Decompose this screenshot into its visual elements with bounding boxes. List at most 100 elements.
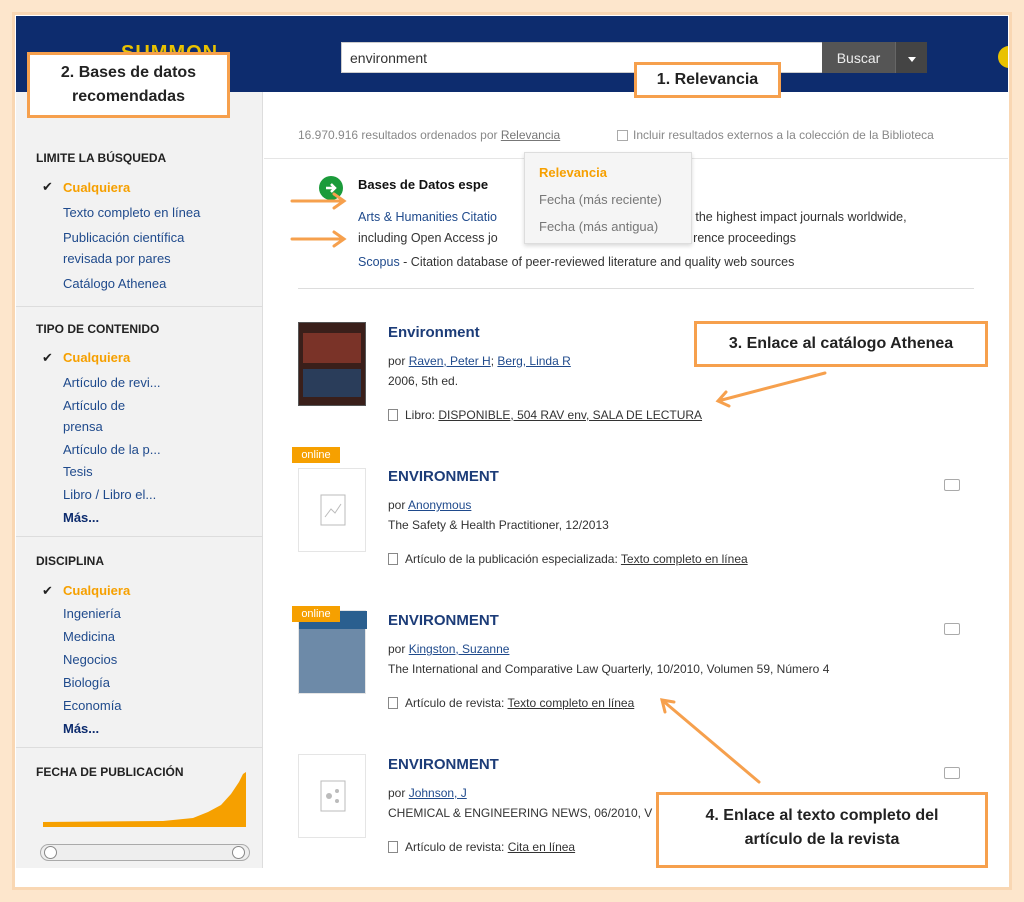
slider-handle-start[interactable] xyxy=(44,846,57,859)
results-summary: 16.970.916 resultados ordenados por Rele… xyxy=(298,128,560,142)
institution-logo-icon xyxy=(998,46,1008,68)
database-description: rence proceedings xyxy=(693,231,797,245)
callout-fulltext: 4. Enlace al texto completo del artículo… xyxy=(656,792,988,868)
database-line-3: Scopus - Citation database of peer-revie… xyxy=(358,255,794,269)
document-icon xyxy=(388,697,398,709)
author-link[interactable]: Kingston, Suzanne xyxy=(409,642,510,656)
author-link[interactable]: Raven, Peter H xyxy=(409,354,491,368)
divider xyxy=(16,536,263,537)
callout-text: artículo de la revista xyxy=(744,831,900,848)
save-icon[interactable] xyxy=(944,479,960,491)
filter-news-article[interactable]: Artículo de xyxy=(63,395,125,416)
filter-engineering[interactable]: Ingeniería xyxy=(63,603,121,624)
filter-business[interactable]: Negocios xyxy=(63,649,117,670)
result-authors: por Kingston, Suzanne xyxy=(388,642,509,656)
sort-option-newest[interactable]: Fecha (más reciente) xyxy=(539,192,662,207)
check-icon: ✔ xyxy=(42,350,53,365)
document-icon xyxy=(388,841,398,853)
databases-title: Bases de Datos espe xyxy=(358,177,489,192)
journal-cover-thumbnail[interactable] xyxy=(298,610,367,694)
result-title[interactable]: ENVIRONMENT xyxy=(388,756,499,773)
check-icon: ✔ xyxy=(42,583,53,598)
filter-athenea[interactable]: Catálogo Athenea xyxy=(63,273,166,294)
results-panel: 16.970.916 resultados ordenados por Rele… xyxy=(264,92,1008,868)
save-icon[interactable] xyxy=(944,767,960,779)
callout-text: 4. Enlace al texto completo del xyxy=(705,807,939,824)
result-title[interactable]: Environment xyxy=(388,324,480,341)
sort-option-relevance[interactable]: Relevancia xyxy=(539,165,607,180)
athenea-catalog-link[interactable]: DISPONIBLE, 504 RAV env, SALA DE LECTURA xyxy=(438,408,702,422)
result-availability: Artículo de revista: Cita en línea xyxy=(405,840,575,854)
callout-text: recomendadas xyxy=(72,88,185,105)
more-disciplines-link[interactable]: Más... xyxy=(63,721,99,736)
callout-relevance: 1. Relevancia xyxy=(634,62,781,98)
sort-selector[interactable]: Relevancia xyxy=(501,128,560,142)
filter-peer-reviewed-2[interactable]: revisada por pares xyxy=(63,248,171,269)
author-prefix: por xyxy=(388,642,406,656)
fulltext-link[interactable]: Texto completo en línea xyxy=(621,552,748,566)
author-prefix: por xyxy=(388,786,406,800)
filter-type-any[interactable]: Cualquiera xyxy=(63,347,130,368)
online-badge: online xyxy=(292,606,340,622)
divider xyxy=(16,747,263,748)
save-icon[interactable] xyxy=(944,623,960,635)
more-content-types-link[interactable]: Más... xyxy=(63,510,99,525)
results-count: 16.970.916 resultados ordenados por xyxy=(298,128,498,142)
result-authors: por Anonymous xyxy=(388,498,471,512)
author-prefix: por xyxy=(388,498,406,512)
book-icon xyxy=(388,409,398,421)
filter-peer-reviewed[interactable]: Publicación científica xyxy=(63,227,184,248)
result-authors: por Johnson, J xyxy=(388,786,467,800)
database-link-scopus[interactable]: Scopus xyxy=(358,255,400,269)
citation-link[interactable]: Cita en línea xyxy=(508,840,575,854)
callout-text: 2. Bases de datos xyxy=(60,64,197,81)
filter-thesis[interactable]: Tesis xyxy=(63,461,93,482)
author-link[interactable]: Berg, Linda R xyxy=(497,354,570,368)
result-source: CHEMICAL & ENGINEERING NEWS, 06/2010, V xyxy=(388,806,653,820)
chevron-down-icon xyxy=(907,57,916,62)
arrow-right-circle-icon xyxy=(319,176,343,200)
filter-book[interactable]: Libro / Libro el... xyxy=(63,484,156,505)
sort-option-oldest[interactable]: Fecha (más antigua) xyxy=(539,219,658,234)
filter-trade-article[interactable]: Artículo de la p... xyxy=(63,439,161,460)
document-icon xyxy=(388,553,398,565)
fulltext-link[interactable]: Texto completo en línea xyxy=(508,696,635,710)
result-title[interactable]: ENVIRONMENT xyxy=(388,612,499,629)
result-source: The International and Comparative Law Qu… xyxy=(388,662,830,676)
filter-medicine[interactable]: Medicina xyxy=(63,626,115,647)
search-options-dropdown[interactable] xyxy=(895,42,927,73)
result-availability: Artículo de la publicación especializada… xyxy=(405,552,748,566)
result-authors: por Raven, Peter H; Berg, Linda R xyxy=(388,354,571,368)
filter-news-article-2[interactable]: prensa xyxy=(63,416,103,437)
filter-discipline-any[interactable]: Cualquiera xyxy=(63,580,130,601)
article-thumbnail[interactable] xyxy=(298,468,366,552)
sort-menu: Relevancia Fecha (más reciente) Fecha (m… xyxy=(524,152,692,244)
external-results-checkbox[interactable] xyxy=(617,130,628,141)
filter-economics[interactable]: Economía xyxy=(63,695,122,716)
filter-fulltext[interactable]: Texto completo en línea xyxy=(63,202,200,223)
check-icon: ✔ xyxy=(42,179,53,194)
article-thumbnail[interactable] xyxy=(298,754,366,838)
database-link-ahci[interactable]: Arts & Humanities Citatio xyxy=(358,210,497,224)
content-type-title: TIPO DE CONTENIDO xyxy=(36,322,160,336)
book-cover-thumbnail[interactable] xyxy=(298,322,366,406)
callout-athenea: 3. Enlace al catálogo Athenea xyxy=(694,321,988,367)
search-button[interactable]: Buscar xyxy=(822,42,895,73)
divider xyxy=(298,288,974,289)
date-range-slider[interactable] xyxy=(40,844,250,861)
author-prefix: por xyxy=(388,354,406,368)
external-results-label: Incluir resultados externos a la colecci… xyxy=(633,128,934,142)
sidebar: LIMITE LA BÚSQUEDA ✔ Cualquiera Texto co… xyxy=(16,92,263,868)
filter-journal-article[interactable]: Artículo de revi... xyxy=(63,372,161,393)
database-description: including Open Access jo xyxy=(358,231,498,245)
database-description: - Citation database of peer-reviewed lit… xyxy=(399,255,795,269)
author-link[interactable]: Anonymous xyxy=(408,498,471,512)
divider xyxy=(16,306,263,307)
result-type: Libro: xyxy=(405,408,436,422)
filter-biology[interactable]: Biología xyxy=(63,672,110,693)
result-title[interactable]: ENVIRONMENT xyxy=(388,468,499,485)
result-source: 2006, 5th ed. xyxy=(388,374,459,388)
slider-handle-end[interactable] xyxy=(232,846,245,859)
author-link[interactable]: Johnson, J xyxy=(409,786,467,800)
filter-limit-any[interactable]: Cualquiera xyxy=(63,177,130,198)
